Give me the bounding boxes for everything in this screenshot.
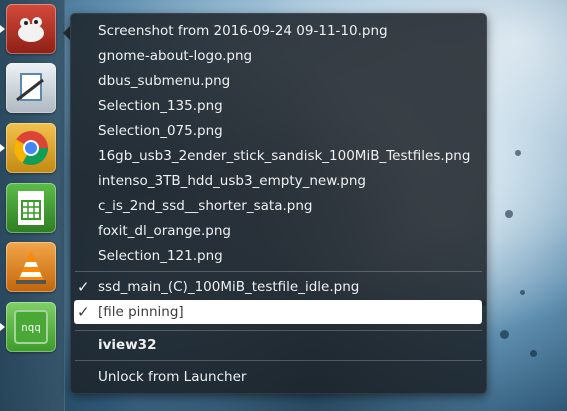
recent-file-item[interactable]: Selection_121.png — [98, 247, 223, 265]
iview32-launcher-icon[interactable]: nqq — [6, 302, 56, 352]
pinned-file-item[interactable]: ssd_main_(C)_100MiB_testfile_idle.png — [98, 278, 359, 296]
bubble — [515, 150, 521, 156]
check-icon: ✓ — [77, 303, 90, 321]
file-pinning-item[interactable]: ✓ [file pinning] — [74, 300, 482, 324]
check-icon: ✓ — [77, 278, 90, 296]
gimp-launcher-icon[interactable] — [6, 4, 56, 54]
vlc-icon — [16, 251, 46, 284]
menu-pointer — [63, 26, 70, 40]
running-indicator — [0, 144, 5, 152]
image-viewer-icon — [16, 73, 44, 102]
recent-file-item[interactable]: intenso_3TB_hdd_usb3_empty_new.png — [98, 172, 366, 190]
bubble — [520, 290, 525, 295]
active-indicator — [0, 323, 5, 331]
recent-file-item[interactable]: dbus_submenu.png — [98, 72, 230, 90]
bubble — [500, 330, 509, 339]
recent-file-item[interactable]: c_is_2nd_ssd__shorter_sata.png — [98, 197, 312, 215]
launcher: nqq — [0, 0, 65, 411]
menu-separator — [75, 360, 482, 361]
bubble — [505, 210, 513, 218]
recent-file-item[interactable]: gnome-about-logo.png — [98, 47, 252, 65]
wine-app-icon: nqq — [14, 310, 48, 344]
recent-file-item[interactable]: Screenshot from 2016-09-24 09-11-10.png — [98, 22, 388, 40]
recent-file-item[interactable]: Selection_075.png — [98, 122, 223, 140]
recent-file-item[interactable]: Selection_135.png — [98, 97, 223, 115]
chrome-icon — [14, 131, 48, 165]
active-indicator — [0, 25, 5, 33]
image-viewer-launcher-icon[interactable] — [6, 63, 56, 113]
unlock-from-launcher-item[interactable]: Unlock from Launcher — [98, 368, 246, 386]
spreadsheet-launcher-icon[interactable] — [6, 183, 56, 233]
recent-file-item[interactable]: 16gb_usb3_2ender_stick_sandisk_100MiB_Te… — [98, 147, 470, 165]
menu-separator — [75, 330, 482, 331]
file-pinning-label: [file pinning] — [98, 304, 184, 320]
launcher-quicklist: Screenshot from 2016-09-24 09-11-10.png … — [70, 13, 487, 394]
spreadsheet-icon — [18, 191, 44, 225]
bubble — [530, 350, 537, 357]
menu-separator — [75, 271, 482, 272]
app-tile-label: nqq — [21, 320, 41, 334]
recent-file-item[interactable]: foxit_dl_orange.png — [98, 222, 231, 240]
app-name-item[interactable]: iview32 — [98, 336, 156, 354]
chrome-launcher-icon[interactable] — [6, 123, 56, 173]
vlc-launcher-icon[interactable] — [6, 242, 56, 292]
gimp-icon — [18, 17, 44, 42]
